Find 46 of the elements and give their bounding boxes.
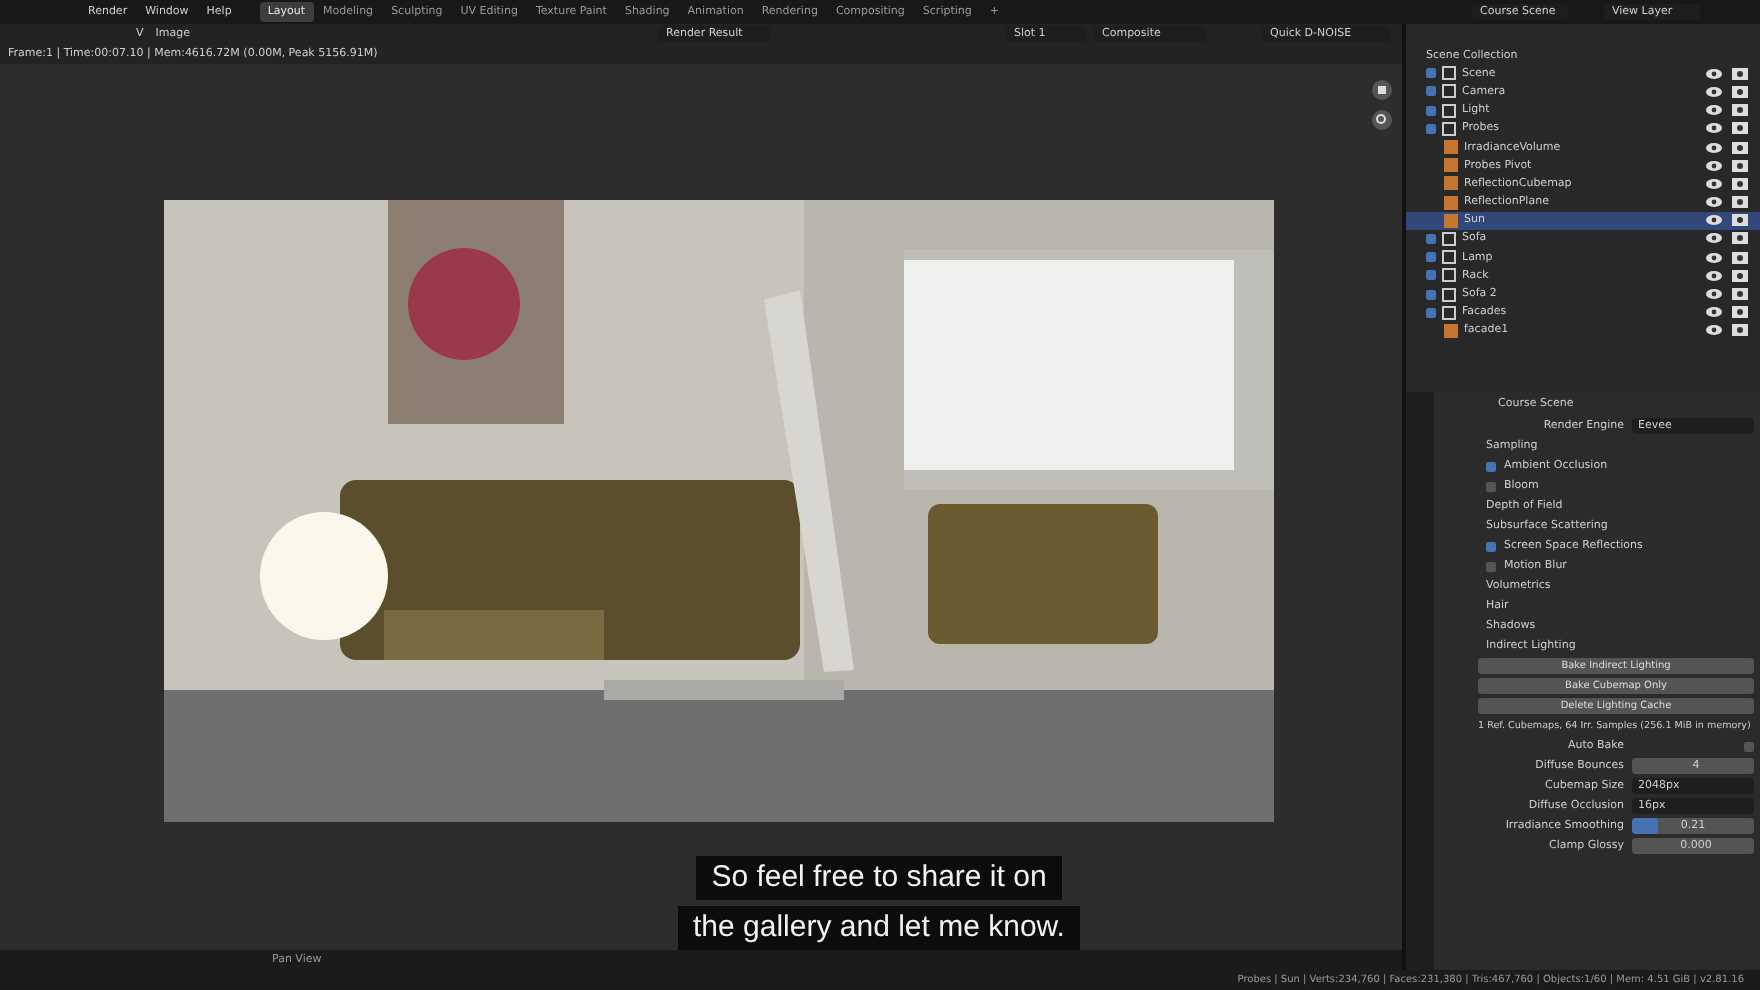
zoom-icon[interactable] [1372, 110, 1392, 130]
eye-icon[interactable] [1706, 269, 1722, 282]
camera-icon[interactable] [1732, 324, 1748, 337]
checkbox[interactable] [1426, 105, 1436, 116]
eye-icon[interactable] [1706, 288, 1722, 301]
eye-icon[interactable] [1706, 85, 1722, 98]
camera-icon[interactable] [1732, 159, 1748, 172]
camera-icon[interactable] [1732, 85, 1748, 98]
eye-icon[interactable] [1706, 196, 1722, 209]
eye-icon[interactable] [1706, 306, 1722, 319]
checkbox[interactable] [1486, 541, 1496, 551]
camera-icon[interactable] [1732, 122, 1748, 135]
eye-icon[interactable] [1706, 104, 1722, 117]
camera-icon[interactable] [1732, 177, 1748, 190]
eye-icon[interactable] [1706, 232, 1722, 245]
camera-icon[interactable] [1732, 214, 1748, 227]
eye-icon[interactable] [1706, 122, 1722, 135]
checkbox[interactable] [1426, 233, 1436, 244]
checkbox[interactable] [1486, 481, 1496, 491]
checkbox[interactable] [1426, 270, 1436, 281]
checkbox[interactable] [1426, 307, 1436, 318]
camera-icon[interactable] [1732, 141, 1748, 154]
camera-icon[interactable] [1732, 232, 1748, 245]
camera-icon[interactable] [1732, 196, 1748, 209]
checkbox[interactable] [1426, 252, 1436, 263]
checkbox[interactable] [1426, 86, 1436, 97]
object-icon [1444, 323, 1458, 338]
camera-icon[interactable] [1732, 67, 1748, 80]
eye-icon[interactable] [1706, 177, 1722, 190]
checkbox[interactable] [1486, 461, 1496, 471]
checkbox[interactable] [1426, 123, 1436, 134]
checkbox[interactable] [1426, 68, 1436, 79]
camera-icon[interactable] [1732, 288, 1748, 301]
eye-icon[interactable] [1706, 324, 1722, 337]
camera-icon[interactable] [1732, 306, 1748, 319]
checkbox[interactable] [1486, 561, 1496, 571]
camera-icon[interactable] [1732, 269, 1748, 282]
eye-icon[interactable] [1706, 159, 1722, 172]
camera-icon[interactable] [1732, 104, 1748, 117]
camera-icon[interactable] [1732, 251, 1748, 264]
eye-icon[interactable] [1706, 67, 1722, 80]
checkbox[interactable] [1426, 289, 1436, 300]
eye-icon[interactable] [1706, 214, 1722, 227]
eye-icon[interactable] [1706, 251, 1722, 264]
eye-icon[interactable] [1706, 141, 1722, 154]
checkbox[interactable] [1744, 741, 1754, 751]
